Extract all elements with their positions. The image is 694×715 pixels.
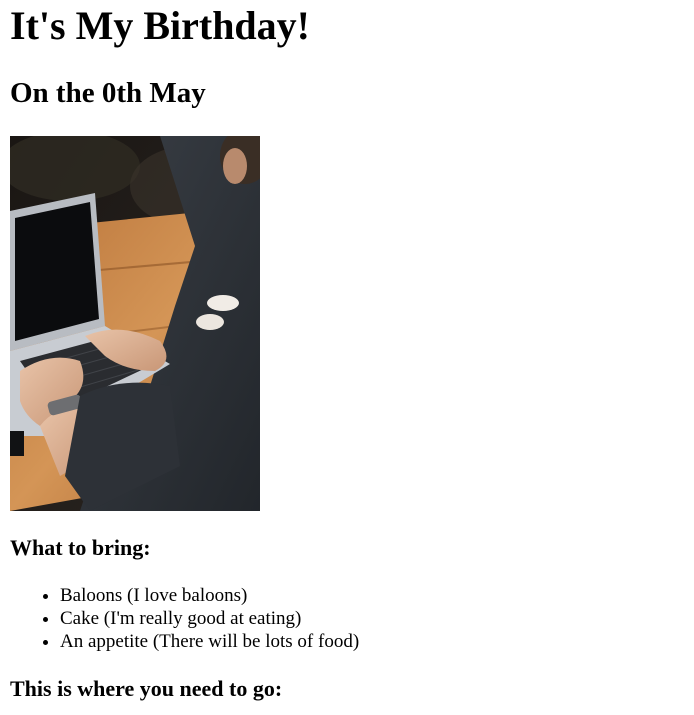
page-content: It's My Birthday! On the 0th May What to… — [0, 0, 694, 702]
list-item: Baloons (I love baloons) — [60, 584, 684, 607]
list-item: Cake (I'm really good at eating) — [60, 607, 684, 630]
bring-heading: What to bring: — [10, 535, 151, 560]
laptop-photo — [10, 136, 260, 511]
bring-list: Baloons (I love baloons) Cake (I'm reall… — [10, 584, 684, 653]
list-item: An appetite (There will be lots of food) — [60, 630, 684, 653]
date-heading: On the 0th May — [10, 77, 206, 109]
directions-heading: This is where you need to go: — [10, 676, 283, 701]
page-title: It's My Birthday! — [10, 3, 310, 48]
